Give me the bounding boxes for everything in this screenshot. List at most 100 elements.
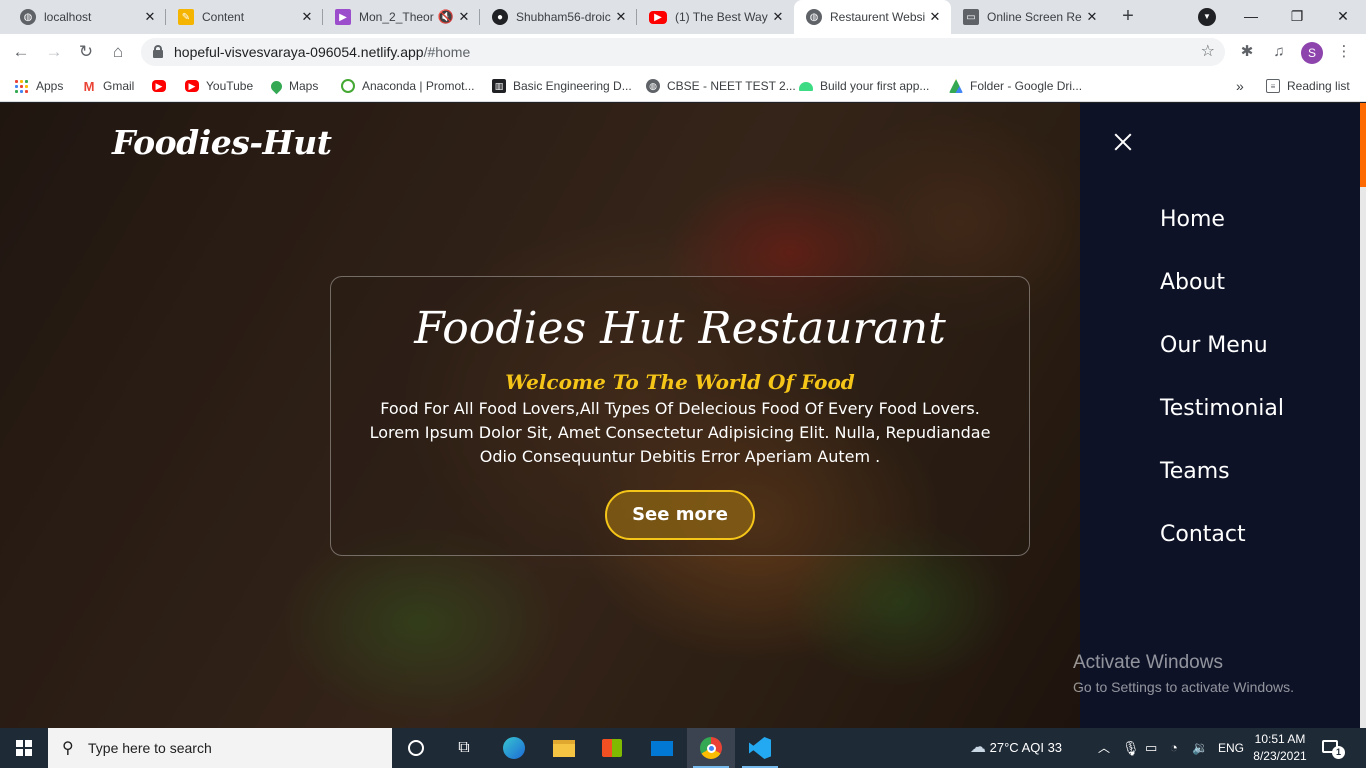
close-tab-icon[interactable]: ✕	[1084, 9, 1100, 25]
close-window-button[interactable]: ✕	[1320, 0, 1366, 34]
mail-app[interactable]	[638, 728, 686, 768]
home-icon[interactable]: ⌂	[106, 40, 130, 64]
youtube-icon: ▶	[649, 10, 667, 24]
bookmark-label: CBSE - NEET TEST 2...	[667, 79, 796, 93]
more-menu-icon[interactable]: ⋮	[1334, 42, 1354, 62]
bookmark-youtube[interactable]: ▶ YouTube	[185, 76, 253, 96]
bookmark-apps[interactable]: Apps	[15, 76, 63, 96]
bookmark-label: Basic Engineering D...	[513, 79, 632, 93]
cloud-icon: ☁	[970, 739, 986, 756]
tab-title: Content	[202, 10, 245, 24]
battery-icon[interactable]: ▭	[1145, 728, 1157, 768]
bookmark-star-icon[interactable]: ☆	[1201, 38, 1215, 66]
search-icon: ⚲	[62, 740, 74, 757]
see-more-button[interactable]: See more	[605, 490, 755, 540]
notification-center-button[interactable]: 1	[1322, 738, 1345, 759]
nav-link-our-menu[interactable]: Our Menu	[1160, 331, 1268, 361]
restore-button[interactable]: ❐	[1274, 0, 1320, 34]
back-icon[interactable]: ←	[9, 40, 33, 64]
bookmark-anaconda[interactable]: Anaconda | Promot...	[341, 76, 475, 96]
nav-link-home[interactable]: Home	[1160, 205, 1225, 235]
globe-icon: ◍	[806, 9, 822, 25]
vscode-app[interactable]	[736, 728, 784, 768]
file-explorer-app[interactable]	[540, 728, 588, 768]
forward-icon[interactable]: →	[42, 40, 66, 64]
tab-localhost[interactable]: ◍ localhost ✕	[8, 0, 166, 34]
bookmark-google-drive[interactable]: Folder - Google Dri...	[949, 76, 1082, 96]
globe-icon: ◍	[646, 79, 660, 93]
bookmark-cbse-neet[interactable]: ◍ CBSE - NEET TEST 2...	[646, 76, 796, 96]
nav-link-about[interactable]: About	[1160, 268, 1225, 298]
reload-icon[interactable]: ↻	[74, 40, 98, 64]
scrollbar-thumb[interactable]	[1360, 103, 1366, 187]
media-controls-icon[interactable]: ♫	[1269, 42, 1289, 62]
bookmark-youtube-icon-only[interactable]: ▶	[152, 76, 173, 96]
address-bar[interactable]: hopeful-visvesvaraya-096054.netlify.app/…	[141, 38, 1225, 66]
search-placeholder: Type here to search	[88, 740, 212, 756]
bookmark-label: Gmail	[103, 79, 135, 93]
mute-icon[interactable]: 🔇	[436, 9, 456, 25]
close-tab-icon[interactable]: ✕	[299, 9, 315, 25]
bookmark-build-first-app[interactable]: Build your first app...	[799, 76, 929, 96]
site-logo[interactable]: Foodies-Hut	[112, 123, 332, 162]
close-tab-icon[interactable]: ✕	[927, 9, 943, 25]
hero-card: Foodies Hut Restaurant Welcome To The Wo…	[330, 276, 1030, 556]
minimize-button[interactable]: —	[1228, 0, 1274, 34]
nav-link-testimonial[interactable]: Testimonial	[1160, 394, 1284, 424]
store-app[interactable]	[588, 728, 636, 768]
hero-background: Foodies-Hut Foodies Hut Restaurant Welco…	[0, 103, 1080, 728]
extensions-icon[interactable]: ✱	[1237, 42, 1257, 62]
reading-list-button[interactable]: ≡ Reading list	[1266, 76, 1350, 96]
bookmark-maps[interactable]: Maps	[268, 76, 318, 96]
chrome-icon	[700, 737, 722, 759]
bookmarks-overflow-chevron-icon[interactable]: »	[1236, 76, 1244, 96]
language-indicator[interactable]: ENG	[1218, 728, 1244, 768]
tab-mon-2-theory[interactable]: ▶ Mon_2_Theor 🔇 ✕	[323, 0, 480, 34]
tab-title: (1) The Best Way	[675, 10, 768, 24]
lock-icon[interactable]	[153, 45, 163, 58]
start-button[interactable]	[0, 728, 48, 768]
page-scrollbar[interactable]	[1360, 103, 1366, 728]
clock-date: 8/23/2021	[1253, 749, 1307, 763]
android-icon	[799, 81, 813, 91]
microphone-icon[interactable]: 🎙	[1122, 728, 1140, 768]
browser-toolbar: ← → ↻ ⌂ hopeful-visvesvaraya-096054.netl…	[0, 34, 1366, 70]
bookmark-label: YouTube	[206, 79, 254, 93]
wifi-icon[interactable]: ◔	[1170, 728, 1178, 768]
close-tab-icon[interactable]: ✕	[456, 9, 472, 25]
bookmark-basic-engineering[interactable]: ▥ Basic Engineering D...	[492, 76, 632, 96]
new-tab-button[interactable]: +	[1114, 5, 1142, 29]
google-drive-icon	[949, 79, 963, 93]
close-tab-icon[interactable]: ✕	[770, 9, 786, 25]
edge-app[interactable]	[490, 728, 538, 768]
close-icon[interactable]	[1114, 133, 1132, 151]
nav-link-contact[interactable]: Contact	[1160, 520, 1246, 550]
tab-content[interactable]: ✎ Content ✕	[166, 0, 323, 34]
web-page: Foodies-Hut Foodies Hut Restaurant Welco…	[0, 103, 1366, 728]
anaconda-icon	[341, 79, 355, 93]
chrome-app[interactable]	[687, 728, 735, 768]
task-view-button[interactable]: ⧉	[440, 728, 488, 768]
cortana-button[interactable]	[392, 728, 440, 768]
close-tab-icon[interactable]: ✕	[142, 9, 158, 25]
taskbar-search-input[interactable]: ⚲ Type here to search	[48, 728, 392, 768]
tab-online-screen-recorder[interactable]: ▭ Online Screen Re ✕	[951, 0, 1108, 34]
weather-widget[interactable]: ☁ 27°C AQI 33	[970, 728, 1062, 768]
hero-description: Food For All Food Lovers,All Types Of De…	[369, 399, 991, 466]
hero-title: Foodies Hut Restaurant	[414, 303, 946, 354]
system-clock[interactable]: 10:51 AM 8/23/2021	[1252, 731, 1308, 765]
close-tab-icon[interactable]: ✕	[613, 9, 629, 25]
url-text[interactable]: hopeful-visvesvaraya-096054.netlify.app/…	[174, 38, 470, 66]
avatar[interactable]: S	[1301, 42, 1323, 64]
tab-title: Mon_2_Theor	[359, 10, 434, 24]
tab-github[interactable]: ● Shubham56-droic ✕	[480, 0, 637, 34]
windows-logo-icon	[16, 740, 32, 756]
bookmark-gmail[interactable]: M Gmail	[82, 76, 134, 96]
tab-restaurant-website[interactable]: ◍ Restaurent Websi ✕	[794, 0, 951, 34]
nav-link-teams[interactable]: Teams	[1160, 457, 1230, 487]
tab-youtube[interactable]: ▶ (1) The Best Way ✕	[637, 0, 794, 34]
volume-icon[interactable]: 🔉	[1192, 728, 1208, 768]
show-hidden-icons-chevron-icon[interactable]: ︿	[1098, 728, 1110, 768]
tab-search-icon[interactable]: ▼	[1198, 8, 1216, 26]
building-icon: ▥	[492, 79, 506, 93]
